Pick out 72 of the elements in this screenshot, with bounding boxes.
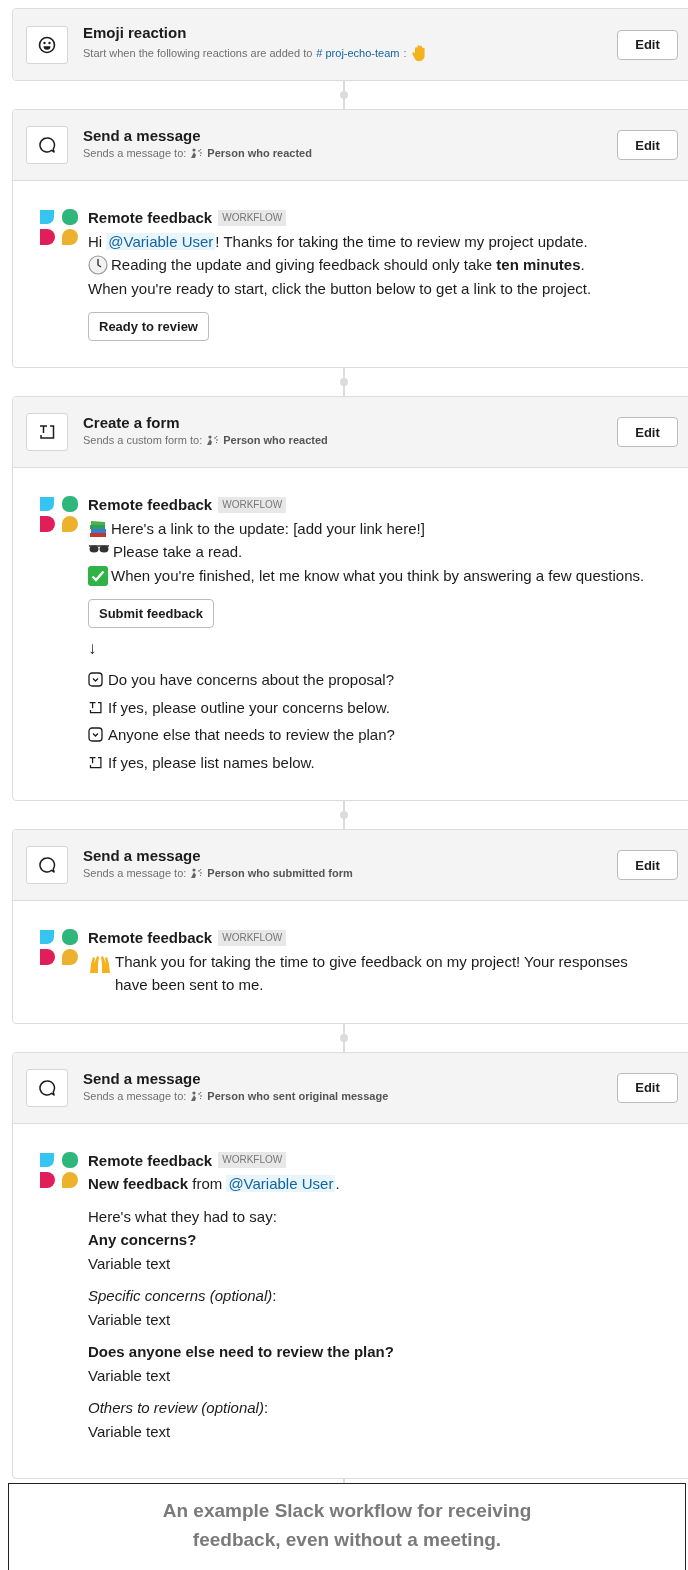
workflow-tag: WORKFLOW [218,496,287,513]
step-title: Send a message [83,847,202,864]
form-icon [38,423,56,441]
recipient-name: Person who reacted [223,434,328,446]
step-title: Create a form [83,414,181,431]
step-description: Sends a message to: [83,867,187,879]
response-label: Does anyone else need to review the plan? [88,1342,394,1362]
channel-link[interactable]: # proj-echo-team [316,46,400,59]
message-text: New feedback from @Variable User. [88,1175,340,1192]
message-button[interactable]: Ready to review [88,312,209,341]
form-question: Anyone else that needs to review the plan? [108,725,395,745]
check-mark-icon [88,565,108,586]
step-title: Send a message [83,1069,202,1087]
app-logo-icon [38,926,80,966]
form-question: Do you have concerns about the proposal? [108,670,395,690]
intro-text: Here's what they had to say: [88,1206,278,1227]
response-value: Variable text [88,1365,172,1386]
recipient-name: Person who reacted [207,147,312,159]
down-arrow: ↓ [88,638,97,660]
user-mention[interactable]: @Variable User [106,232,216,250]
user-mention[interactable]: @Variable User [226,1175,336,1192]
workflow-tag: WORKFLOW [218,929,287,946]
step-description: Start when the following reactions are added to [83,46,313,59]
message-text: Hi @Variable User! Thanks for taking the time to review my project update. [88,232,588,250]
message-bubble-icon [38,856,56,874]
app-logo-icon [38,493,80,533]
response-label: Specific concerns (optional): [88,1286,278,1306]
message-text: Please take a read. [113,542,243,562]
workflow-tag: WORKFLOW [218,209,287,226]
edit-button[interactable]: Edit [617,417,678,447]
form-icon [88,754,103,770]
response-value: Variable text [88,1309,172,1330]
clock-icon [88,255,108,275]
step-title: Emoji reaction [83,23,188,41]
step-description: Sends a message to: [83,147,187,159]
edit-button[interactable]: Edit [617,1072,678,1103]
smiley-icon [38,35,56,54]
step-description: Sends a message to: [83,1089,187,1102]
message-text: Reading the update and giving feedback should only take ten minutes. [111,255,585,275]
dropdown-icon [88,672,103,688]
response-value: Variable text [88,1421,172,1442]
sender-name: Remote feedback [88,928,213,948]
message-text: Thank you for taking the time to give feedback on my project! Your responses have been sent to me. [115,951,629,995]
message-text: Here's a link to the update: [add your link here!] [111,518,425,539]
form-question: If yes, please outline your concerns below. [108,697,390,718]
edit-button[interactable]: Edit [617,850,678,880]
workflow-tag: WORKFLOW [218,1152,287,1169]
message-button[interactable]: Submit feedback [88,599,215,628]
message-text: When you're ready to start, click the button below to get a link to the project. [88,278,592,299]
message-text: When you're finished, let me know what you think by answering a few questions. [111,565,645,586]
form-question: If yes, please list names below. [108,752,315,773]
dropdown-icon [88,727,103,743]
edit-button[interactable]: Edit [617,130,678,160]
raised-hand-icon [410,43,427,62]
app-logo-icon [38,206,80,246]
step-description: Sends a custom form to: [83,434,203,446]
sender-name: Remote feedback [88,208,213,228]
edit-button[interactable]: Edit [617,29,678,60]
message-bubble-icon [38,136,56,154]
sender-name: Remote feedback [88,495,213,515]
response-label: Others to review (optional): [88,1398,270,1418]
recipient-name: Person who submitted form [207,867,353,879]
separator-text: : [403,46,407,59]
response-label: Any concerns? [88,1230,198,1250]
books-icon [88,518,108,539]
recipient-name: Person who sent original message [207,1089,389,1102]
caption-text: An example Slack workflow for receiving feedback, even without a meeting. [161,1499,533,1552]
sender-name: Remote feedback [88,1150,213,1171]
step-title: Send a message [83,127,202,144]
form-icon [88,699,103,715]
response-value: Variable text [88,1253,172,1274]
message-bubble-icon [38,1078,56,1097]
